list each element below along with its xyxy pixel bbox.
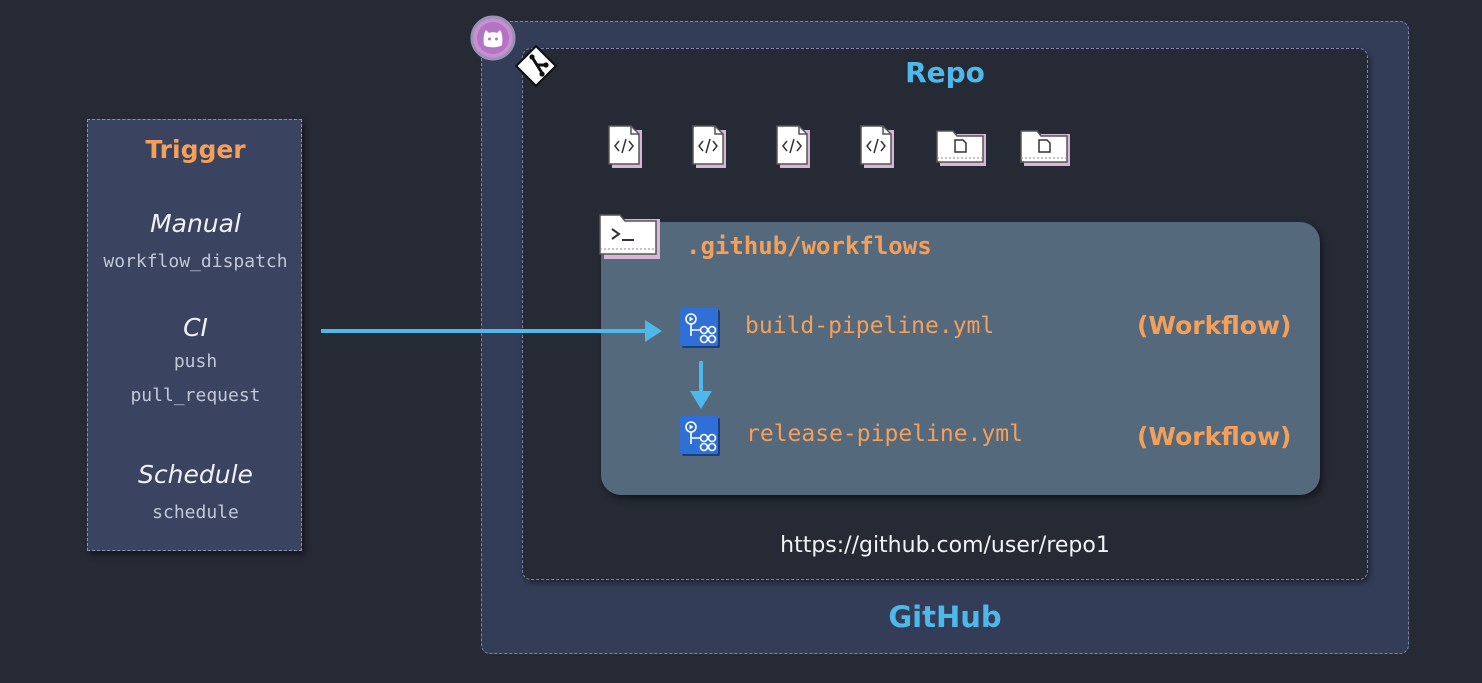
github-label: GitHub [888,600,1002,634]
trigger-event: workflow_dispatch [103,251,288,272]
trigger-title: Trigger [145,135,246,164]
trigger-group-heading: CI [183,313,208,342]
trigger-group-heading: Schedule [138,460,253,489]
document-folder-icon [935,128,987,168]
workflows-folder-name: .github/workflows [686,232,932,260]
repo-label: Repo [905,56,985,89]
code-file-icon [775,124,813,170]
repo-url: https://github.com/user/repo1 [780,533,1110,558]
document-folder-icon [1019,128,1071,168]
github-actions-icon [680,308,720,348]
github-actions-icon [680,416,720,456]
trigger-event: push [173,351,218,372]
workflow-tag: (Workflow) [1137,311,1292,340]
workflow-file-name: release-pipeline.yml [746,421,1023,447]
terminal-folder-icon [598,212,662,260]
trigger-group-heading: Manual [150,209,241,238]
trigger-event: schedule [152,502,239,523]
code-file-icon [607,124,645,170]
trigger-event: pull_request [130,385,261,406]
trigger-panel: Trigger Manual workflow_dispatch CI push… [87,119,302,551]
git-branch-icon [512,43,562,91]
workflow-tag: (Workflow) [1137,422,1292,451]
code-file-icon [691,124,729,170]
workflow-file-name: build-pipeline.yml [745,313,995,339]
code-file-icon [859,124,897,170]
github-octocat-icon [470,15,516,61]
